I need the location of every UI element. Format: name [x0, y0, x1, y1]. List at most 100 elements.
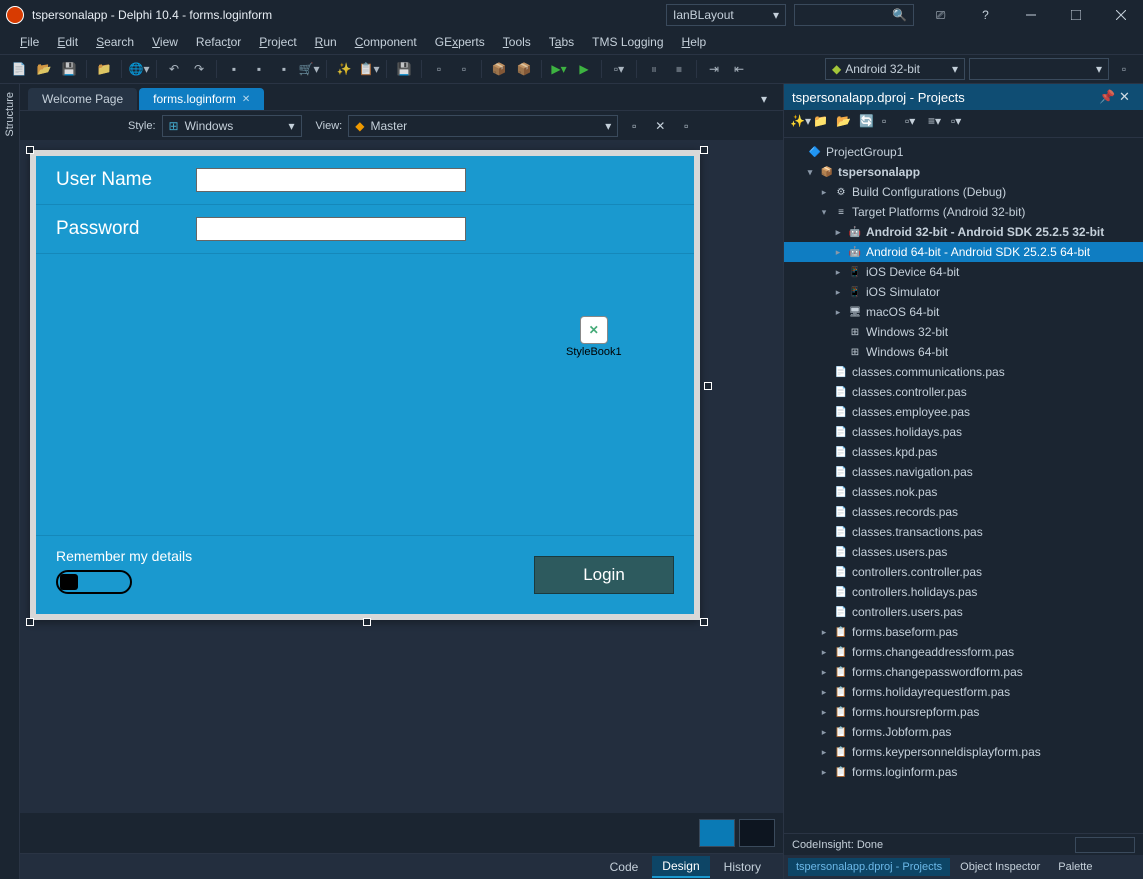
- tb-6[interactable]: 📋▾: [358, 58, 380, 80]
- remember-toggle[interactable]: [56, 570, 132, 594]
- desktop-icon[interactable]: ⎚: [918, 0, 963, 30]
- tree-item[interactable]: ▸📋forms.Jobform.pas: [784, 722, 1143, 742]
- tab-history[interactable]: History: [714, 857, 771, 877]
- maximize-button[interactable]: [1053, 0, 1098, 30]
- menu-view[interactable]: View: [144, 33, 186, 51]
- rtab-palette[interactable]: Palette: [1050, 858, 1100, 876]
- tabs-chevron-icon[interactable]: ▾: [753, 88, 775, 110]
- undo-icon[interactable]: ↶: [163, 58, 185, 80]
- resize-handle[interactable]: [704, 382, 712, 390]
- tree-item[interactable]: ▸📱iOS Simulator: [784, 282, 1143, 302]
- stylebook-component[interactable]: ✕ StyleBook1: [566, 316, 622, 358]
- design-canvas[interactable]: User Name Password ✕ StyleBook1 Remember…: [20, 140, 783, 813]
- tree-item[interactable]: 📄classes.records.pas: [784, 502, 1143, 522]
- tree-item[interactable]: 📄classes.nok.pas: [784, 482, 1143, 502]
- pause-icon[interactable]: ⏸: [643, 58, 665, 80]
- tb-8[interactable]: ▫: [428, 58, 450, 80]
- structure-rail[interactable]: Structure: [0, 84, 20, 879]
- menu-project[interactable]: Project: [251, 33, 304, 51]
- tb-12[interactable]: ▫▾: [608, 58, 630, 80]
- login-form[interactable]: User Name Password ✕ StyleBook1 Remember…: [30, 150, 700, 620]
- pin-icon[interactable]: 📌: [1099, 89, 1115, 105]
- tree-item[interactable]: 📄classes.kpd.pas: [784, 442, 1143, 462]
- tree-item[interactable]: 📄classes.transactions.pas: [784, 522, 1143, 542]
- menu-refactor[interactable]: Refactor: [188, 33, 249, 51]
- new-icon[interactable]: 📄: [8, 58, 30, 80]
- tree-item[interactable]: 📄classes.users.pas: [784, 542, 1143, 562]
- tab-design[interactable]: Design: [652, 856, 709, 878]
- pt-5[interactable]: ▫: [882, 114, 902, 134]
- rtab-inspector[interactable]: Object Inspector: [952, 858, 1048, 876]
- view-combo[interactable]: ◆Master▾: [348, 115, 618, 137]
- tree-item[interactable]: 📄controllers.users.pas: [784, 602, 1143, 622]
- tree-item[interactable]: ▸⚙Build Configurations (Debug): [784, 182, 1143, 202]
- menu-component[interactable]: Component: [347, 33, 425, 51]
- redo-icon[interactable]: ↷: [188, 58, 210, 80]
- tb-4[interactable]: 🛒▾: [298, 58, 320, 80]
- thumb-light[interactable]: [699, 819, 735, 847]
- run-icon[interactable]: ▶▾: [548, 58, 570, 80]
- pt-3[interactable]: 📂: [836, 114, 856, 134]
- save-icon[interactable]: 💾: [58, 58, 80, 80]
- pt-1[interactable]: ✨▾: [790, 114, 810, 134]
- tb-7[interactable]: 💾: [393, 58, 415, 80]
- tb-3[interactable]: ▪: [273, 58, 295, 80]
- resize-handle[interactable]: [26, 146, 34, 154]
- tree-item[interactable]: 📄classes.controller.pas: [784, 382, 1143, 402]
- tree-item[interactable]: ▸📋forms.holidayrequestform.pas: [784, 682, 1143, 702]
- pt-8[interactable]: ▫▾: [951, 114, 971, 134]
- tab-loginform[interactable]: forms.loginform✕: [139, 88, 264, 110]
- resize-handle[interactable]: [700, 146, 708, 154]
- help-icon[interactable]: ?: [963, 0, 1008, 30]
- login-button[interactable]: Login: [534, 556, 674, 594]
- designer-ic1[interactable]: ▫: [624, 116, 644, 136]
- tb-2[interactable]: ▪: [248, 58, 270, 80]
- designer-ic2[interactable]: ✕: [650, 116, 670, 136]
- tb-11[interactable]: 📦: [513, 58, 535, 80]
- tree-item[interactable]: 📄classes.holidays.pas: [784, 422, 1143, 442]
- layout-combo[interactable]: IanBLayout▾: [666, 4, 786, 26]
- tree-item[interactable]: 📄controllers.controller.pas: [784, 562, 1143, 582]
- pt-7[interactable]: ≡▾: [928, 114, 948, 134]
- close-button[interactable]: [1098, 0, 1143, 30]
- menu-tabs[interactable]: Tabs: [541, 33, 582, 51]
- step2-icon[interactable]: ⇤: [728, 58, 750, 80]
- tree-item[interactable]: ▸📱iOS Device 64-bit: [784, 262, 1143, 282]
- tree-item[interactable]: 📄controllers.holidays.pas: [784, 582, 1143, 602]
- style-combo[interactable]: ⊞Windows▾: [162, 115, 302, 137]
- pt-2[interactable]: 📁: [813, 114, 833, 134]
- open-icon[interactable]: 📂: [33, 58, 55, 80]
- step-icon[interactable]: ⇥: [703, 58, 725, 80]
- close-panel-icon[interactable]: ✕: [1119, 89, 1135, 105]
- username-input[interactable]: [196, 168, 466, 192]
- tree-item[interactable]: 🔷ProjectGroup1: [784, 142, 1143, 162]
- tree-item[interactable]: ▸🖥macOS 64-bit: [784, 302, 1143, 322]
- menu-search[interactable]: Search: [88, 33, 142, 51]
- tree-item[interactable]: ▸🤖Android 64-bit - Android SDK 25.2.5 64…: [784, 242, 1143, 262]
- tree-item[interactable]: ⊞Windows 32-bit: [784, 322, 1143, 342]
- minimize-button[interactable]: [1008, 0, 1053, 30]
- menu-tools[interactable]: Tools: [495, 33, 539, 51]
- tree-item[interactable]: ▸📋forms.changepasswordform.pas: [784, 662, 1143, 682]
- tree-item[interactable]: ▸📋forms.loginform.pas: [784, 762, 1143, 782]
- run-nodebug-icon[interactable]: ▶: [573, 58, 595, 80]
- stop-icon[interactable]: ⏹: [668, 58, 690, 80]
- pt-4[interactable]: 🔄: [859, 114, 879, 134]
- tab-code[interactable]: Code: [600, 857, 649, 877]
- menu-edit[interactable]: Edit: [49, 33, 86, 51]
- tree-item[interactable]: ▸🤖Android 32-bit - Android SDK 25.2.5 32…: [784, 222, 1143, 242]
- tb-5[interactable]: ✨: [333, 58, 355, 80]
- close-tab-icon[interactable]: ✕: [242, 94, 250, 105]
- password-input[interactable]: [196, 217, 466, 241]
- device-combo[interactable]: ▾: [969, 58, 1109, 80]
- tree-item[interactable]: 📄classes.employee.pas: [784, 402, 1143, 422]
- tree-item[interactable]: 📄classes.communications.pas: [784, 362, 1143, 382]
- menu-gexperts[interactable]: GExperts: [427, 33, 493, 51]
- tb-10[interactable]: 📦: [488, 58, 510, 80]
- menu-run[interactable]: Run: [307, 33, 345, 51]
- tree-item[interactable]: ⊞Windows 64-bit: [784, 342, 1143, 362]
- tree-item[interactable]: 📄classes.navigation.pas: [784, 462, 1143, 482]
- menu-file[interactable]: File: [12, 33, 47, 51]
- projects-tree[interactable]: 🔷ProjectGroup1▾📦tspersonalapp▸⚙Build Con…: [784, 138, 1143, 833]
- tree-item[interactable]: ▸📋forms.keypersonneldisplayform.pas: [784, 742, 1143, 762]
